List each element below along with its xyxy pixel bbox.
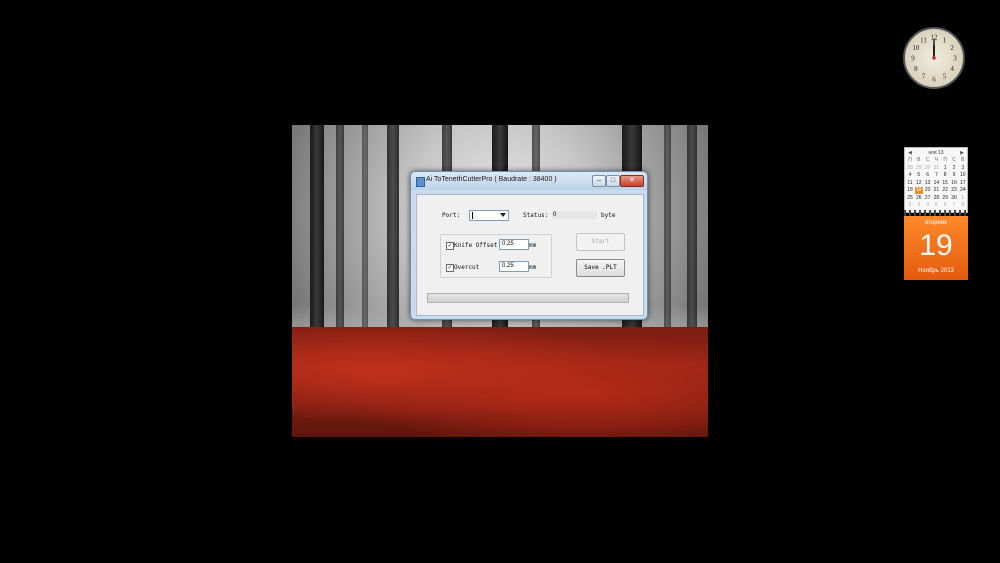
- calendar-month-view: ◀ ноя 13 ▶ П В С Ч П С В 28 29 30 31 1 2 3 4 5 6 7 8 9 10 11 1…: [904, 147, 968, 213]
- calendar-day-cell[interactable]: 30: [924, 165, 932, 172]
- calendar-weekday-head: С: [952, 157, 956, 163]
- clock-numeral: 5: [943, 73, 947, 81]
- calendar-next-button[interactable]: ▶: [960, 150, 964, 156]
- cutter-dialog-window: Ai ToTenethCutterPro ( Baudrate : 38400 …: [410, 171, 648, 320]
- calendar-weekday-head: П: [943, 157, 947, 163]
- calendar-day-cell[interactable]: 18: [906, 187, 914, 194]
- calendar-day-cell[interactable]: 2: [906, 202, 914, 209]
- clock-numeral: 3: [953, 55, 957, 63]
- clock-numeral: 6: [932, 76, 936, 84]
- calendar-weekday-head: В: [917, 157, 921, 163]
- calendar-day-cell[interactable]: 15: [941, 180, 949, 187]
- calendar-day-cell[interactable]: 5: [915, 172, 923, 179]
- calendar-day-cell[interactable]: 25: [906, 195, 914, 202]
- calendar-day-cell[interactable]: 20: [924, 187, 932, 194]
- calendar-day-cell[interactable]: 10: [959, 172, 967, 179]
- calendar-day-cell[interactable]: 4: [906, 172, 914, 179]
- calendar-day-cell[interactable]: 4: [924, 202, 932, 209]
- calendar-day-cell[interactable]: 13: [924, 180, 932, 187]
- overcut-unit: mm: [529, 264, 537, 271]
- calendar-day-cell[interactable]: 11: [906, 180, 914, 187]
- calendar-day-cell[interactable]: 27: [924, 195, 932, 202]
- overcut-checkbox[interactable]: ✓: [446, 264, 454, 272]
- save-plt-button[interactable]: Save .PLT: [576, 259, 625, 277]
- calendar-day-cell[interactable]: 29: [915, 165, 923, 172]
- clock-numeral: 2: [950, 44, 954, 52]
- maximize-button[interactable]: □: [606, 175, 620, 187]
- port-select[interactable]: [469, 210, 509, 221]
- clock-numeral: 10: [912, 44, 920, 52]
- calendar-day-cell[interactable]: 22: [941, 187, 949, 194]
- calendar-day-cell[interactable]: 1: [959, 195, 967, 202]
- dialog-client-area: Port: Status: 0 byte ✓ Knife Offset 0.25…: [416, 194, 644, 316]
- calendar-day-cell[interactable]: 3: [959, 165, 967, 172]
- clock-numeral: 4: [950, 65, 954, 73]
- calendar-day-card: вторник 19 Ноябрь 2013: [904, 216, 968, 280]
- overcut-input[interactable]: 0.25: [499, 261, 529, 272]
- calendar-day-cell[interactable]: 2: [950, 165, 958, 172]
- close-button[interactable]: ✕: [620, 175, 644, 187]
- calendar-weekday-head: С: [925, 157, 930, 163]
- progress-bar: [427, 293, 629, 303]
- calendar-day-cell[interactable]: 3: [915, 202, 923, 209]
- calendar-weekday: вторник: [925, 220, 947, 226]
- knife-offset-unit: mm: [529, 242, 537, 249]
- calendar-day-cell[interactable]: 6: [924, 172, 932, 179]
- calendar-day-cell[interactable]: 26: [915, 195, 923, 202]
- clock-numeral: 7: [922, 73, 926, 81]
- calendar-day-cell[interactable]: 1: [941, 165, 949, 172]
- calendar-day-cell[interactable]: 16: [950, 180, 958, 187]
- clock-center: [932, 56, 936, 60]
- clock-numeral: 1: [943, 36, 947, 44]
- knife-offset-label: Knife Offset: [454, 242, 498, 249]
- knife-offset-checkbox[interactable]: ✓: [446, 242, 454, 250]
- calendar-month-header: ноя 13: [928, 150, 944, 156]
- status-value: 0: [552, 211, 597, 219]
- calendar-day-cell[interactable]: 30: [950, 195, 958, 202]
- cut-options-group: [440, 234, 552, 278]
- chevron-down-icon[interactable]: [500, 213, 506, 217]
- knife-offset-input[interactable]: 0.25: [499, 239, 529, 250]
- clock-face: 12 1234567891011: [911, 34, 957, 84]
- calendar-day-cell[interactable]: 6: [941, 202, 949, 209]
- app-icon: [416, 177, 425, 187]
- overcut-label: Overcut: [454, 264, 480, 271]
- calendar-day-cell[interactable]: 19: [914, 187, 923, 194]
- start-button[interactable]: Start: [576, 233, 625, 251]
- port-label: Port:: [442, 212, 461, 219]
- calendar-day-number: 19: [919, 229, 953, 262]
- calendar-day-cell[interactable]: 12: [915, 180, 923, 187]
- calendar-day-cell[interactable]: 23: [950, 187, 958, 194]
- calendar-day-cell[interactable]: 14: [932, 180, 940, 187]
- calendar-day-cell[interactable]: 29: [941, 195, 949, 202]
- calendar-gadget[interactable]: ◀ ноя 13 ▶ П В С Ч П С В 28 29 30 31 1 2 3 4 5 6 7 8 9 10 11 1…: [904, 147, 968, 280]
- calendar-day-cell[interactable]: 24: [959, 187, 967, 194]
- text-caret: [472, 212, 473, 219]
- calendar-day-cell[interactable]: 21: [932, 187, 940, 194]
- calendar-day-cell[interactable]: 28: [906, 165, 914, 172]
- calendar-weekday-head: В: [961, 157, 965, 163]
- window-title: Ai ToTenethCutterPro ( Baudrate : 38400 …: [426, 176, 557, 183]
- clock-gadget[interactable]: 12 1 2 3 4 5 6 7 8 9 10 11: [903, 27, 965, 89]
- calendar-weekday-head: Ч: [934, 157, 939, 163]
- clock-numeral: 8: [914, 65, 918, 73]
- calendar-day-cell[interactable]: 8: [941, 172, 949, 179]
- calendar-day-cell[interactable]: 7: [950, 202, 958, 209]
- calendar-day-cell[interactable]: 17: [959, 180, 967, 187]
- minimize-button[interactable]: –: [592, 175, 606, 187]
- calendar-day-cell[interactable]: 31: [932, 165, 940, 172]
- calendar-day-cell[interactable]: 5: [932, 202, 940, 209]
- status-label: Status:: [523, 212, 549, 219]
- calendar-day-cell[interactable]: 9: [950, 172, 958, 179]
- title-bar[interactable]: Ai ToTenethCutterPro ( Baudrate : 38400 …: [411, 172, 647, 190]
- calendar-month-year: Ноябрь 2013: [918, 268, 954, 274]
- clock-numeral: 11: [920, 36, 927, 44]
- calendar-weekday-head: П: [908, 157, 912, 163]
- status-unit: byte: [601, 212, 616, 219]
- calendar-day-cell[interactable]: 7: [932, 172, 940, 179]
- calendar-day-cell[interactable]: 28: [932, 195, 940, 202]
- clock-numeral: 9: [911, 55, 915, 63]
- calendar-day-cell[interactable]: 8: [959, 202, 967, 209]
